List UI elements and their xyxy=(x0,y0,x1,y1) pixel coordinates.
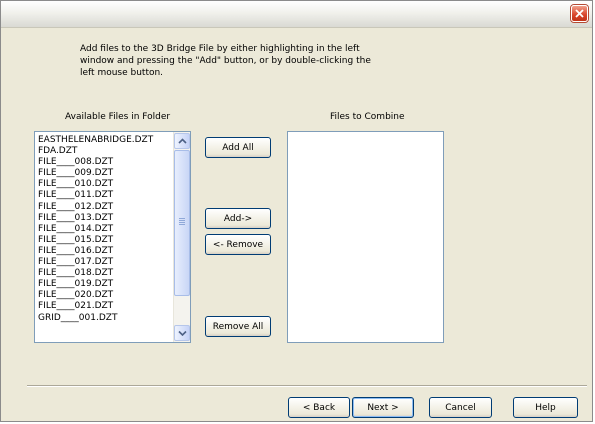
list-item[interactable]: GRID____001.DZT xyxy=(38,313,172,324)
list-item[interactable]: FILE____016.DZT xyxy=(38,246,172,257)
list-item[interactable]: FILE____010.DZT xyxy=(38,179,172,190)
instructions-line: window and pressing the "Add" button, or… xyxy=(80,56,371,66)
close-x-icon xyxy=(575,9,584,18)
help-button[interactable]: Help xyxy=(513,397,578,418)
instructions-line: Add files to the 3D Bridge File by eithe… xyxy=(80,44,360,54)
list-item[interactable]: FILE____009.DZT xyxy=(38,168,172,179)
list-item[interactable]: FILE____011.DZT xyxy=(38,190,172,201)
chevron-up-icon xyxy=(178,138,187,144)
list-item[interactable]: FILE____018.DZT xyxy=(38,268,172,279)
scroll-down-button[interactable] xyxy=(174,325,190,341)
scroll-up-button[interactable] xyxy=(174,133,190,149)
list-item[interactable]: EASTHELENABRIDGE.DZT xyxy=(38,135,172,146)
available-files-label: Available Files in Folder xyxy=(65,112,171,122)
bridge-file-dialog: Add files to the 3D Bridge File by eithe… xyxy=(0,0,593,422)
close-button[interactable] xyxy=(571,5,588,22)
available-files-items: EASTHELENABRIDGE.DZT FDA.DZT FILE____008.D… xyxy=(38,135,172,324)
list-item[interactable]: FILE____021.DZT xyxy=(38,301,172,312)
available-files-list[interactable]: EASTHELENABRIDGE.DZT FDA.DZT FILE____008.D… xyxy=(34,131,191,343)
instructions-text: Add files to the 3D Bridge File by eithe… xyxy=(80,43,380,79)
remove-button[interactable]: <- Remove xyxy=(205,234,271,255)
back-button[interactable]: < Back xyxy=(288,397,350,418)
next-button[interactable]: Next > xyxy=(352,397,414,418)
list-item[interactable]: FDA.DZT xyxy=(38,146,172,157)
add-all-button[interactable]: Add All xyxy=(205,137,271,158)
list-item[interactable]: FILE____012.DZT xyxy=(38,202,172,213)
list-item[interactable]: FILE____015.DZT xyxy=(38,235,172,246)
remove-all-button[interactable]: Remove All xyxy=(205,316,271,337)
scroll-thumb[interactable] xyxy=(174,150,190,296)
add-button[interactable]: Add-> xyxy=(205,208,271,229)
chevron-down-icon xyxy=(178,330,187,336)
list-item[interactable]: FILE____014.DZT xyxy=(38,224,172,235)
list-item[interactable]: FILE____008.DZT xyxy=(38,157,172,168)
files-to-combine-label: Files to Combine xyxy=(330,112,405,122)
instructions-line: left mouse button. xyxy=(80,68,164,78)
separator xyxy=(27,385,587,387)
cancel-button[interactable]: Cancel xyxy=(429,397,492,418)
list-item[interactable]: FILE____013.DZT xyxy=(38,213,172,224)
list-item[interactable]: FILE____020.DZT xyxy=(38,290,172,301)
vertical-scrollbar[interactable] xyxy=(173,132,190,342)
list-item[interactable]: FILE____017.DZT xyxy=(38,257,172,268)
scroll-grip xyxy=(179,218,185,226)
title-bar xyxy=(1,1,592,28)
files-to-combine-list[interactable] xyxy=(287,131,444,343)
list-item[interactable]: FILE____019.DZT xyxy=(38,279,172,290)
